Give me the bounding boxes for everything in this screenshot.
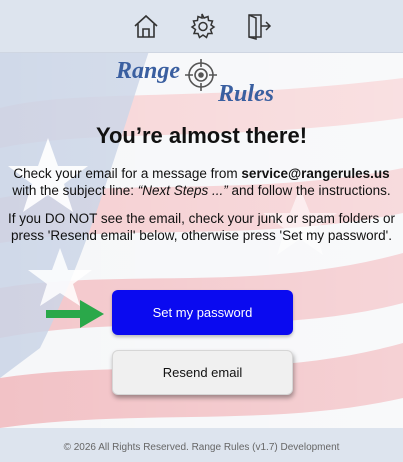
footer-copyright: © 2026 All Rights Reserved. Range Rules … (63, 442, 340, 453)
range-rules-logo: Range Rules (112, 56, 292, 110)
home-button[interactable] (129, 9, 163, 43)
gear-icon (190, 13, 215, 39)
email-subject: “Next Steps ...” (137, 183, 228, 198)
logo-word-rules: Rules (218, 81, 275, 107)
crosshair-icon (185, 59, 217, 91)
sender-email: service@rangerules.us (241, 166, 390, 181)
settings-button[interactable] (185, 9, 219, 43)
home-icon (133, 14, 158, 38)
logo-word-range: Range (116, 58, 181, 84)
logout-icon (247, 14, 271, 40)
message-text-1: Check your email for a message from (13, 166, 242, 181)
page-title: You’re almost there! (95, 123, 308, 148)
message-text-3: and follow the instructions. (227, 183, 391, 198)
right-arrow-icon (46, 300, 104, 328)
message-text-2: with the subject line: (12, 183, 138, 198)
logout-button[interactable] (241, 9, 275, 43)
top-nav (0, 0, 403, 53)
resend-email-button[interactable]: Resend email (112, 350, 293, 395)
junk-folder-message: If you DO NOT see the email, check your … (8, 211, 395, 243)
footer: © 2026 All Rights Reserved. Range Rules … (0, 428, 403, 462)
set-password-button[interactable]: Set my password (112, 290, 293, 335)
instruction-message: Check your email for a message from serv… (8, 165, 395, 199)
page: Range Rules You’re almost there! Check y… (0, 0, 403, 462)
